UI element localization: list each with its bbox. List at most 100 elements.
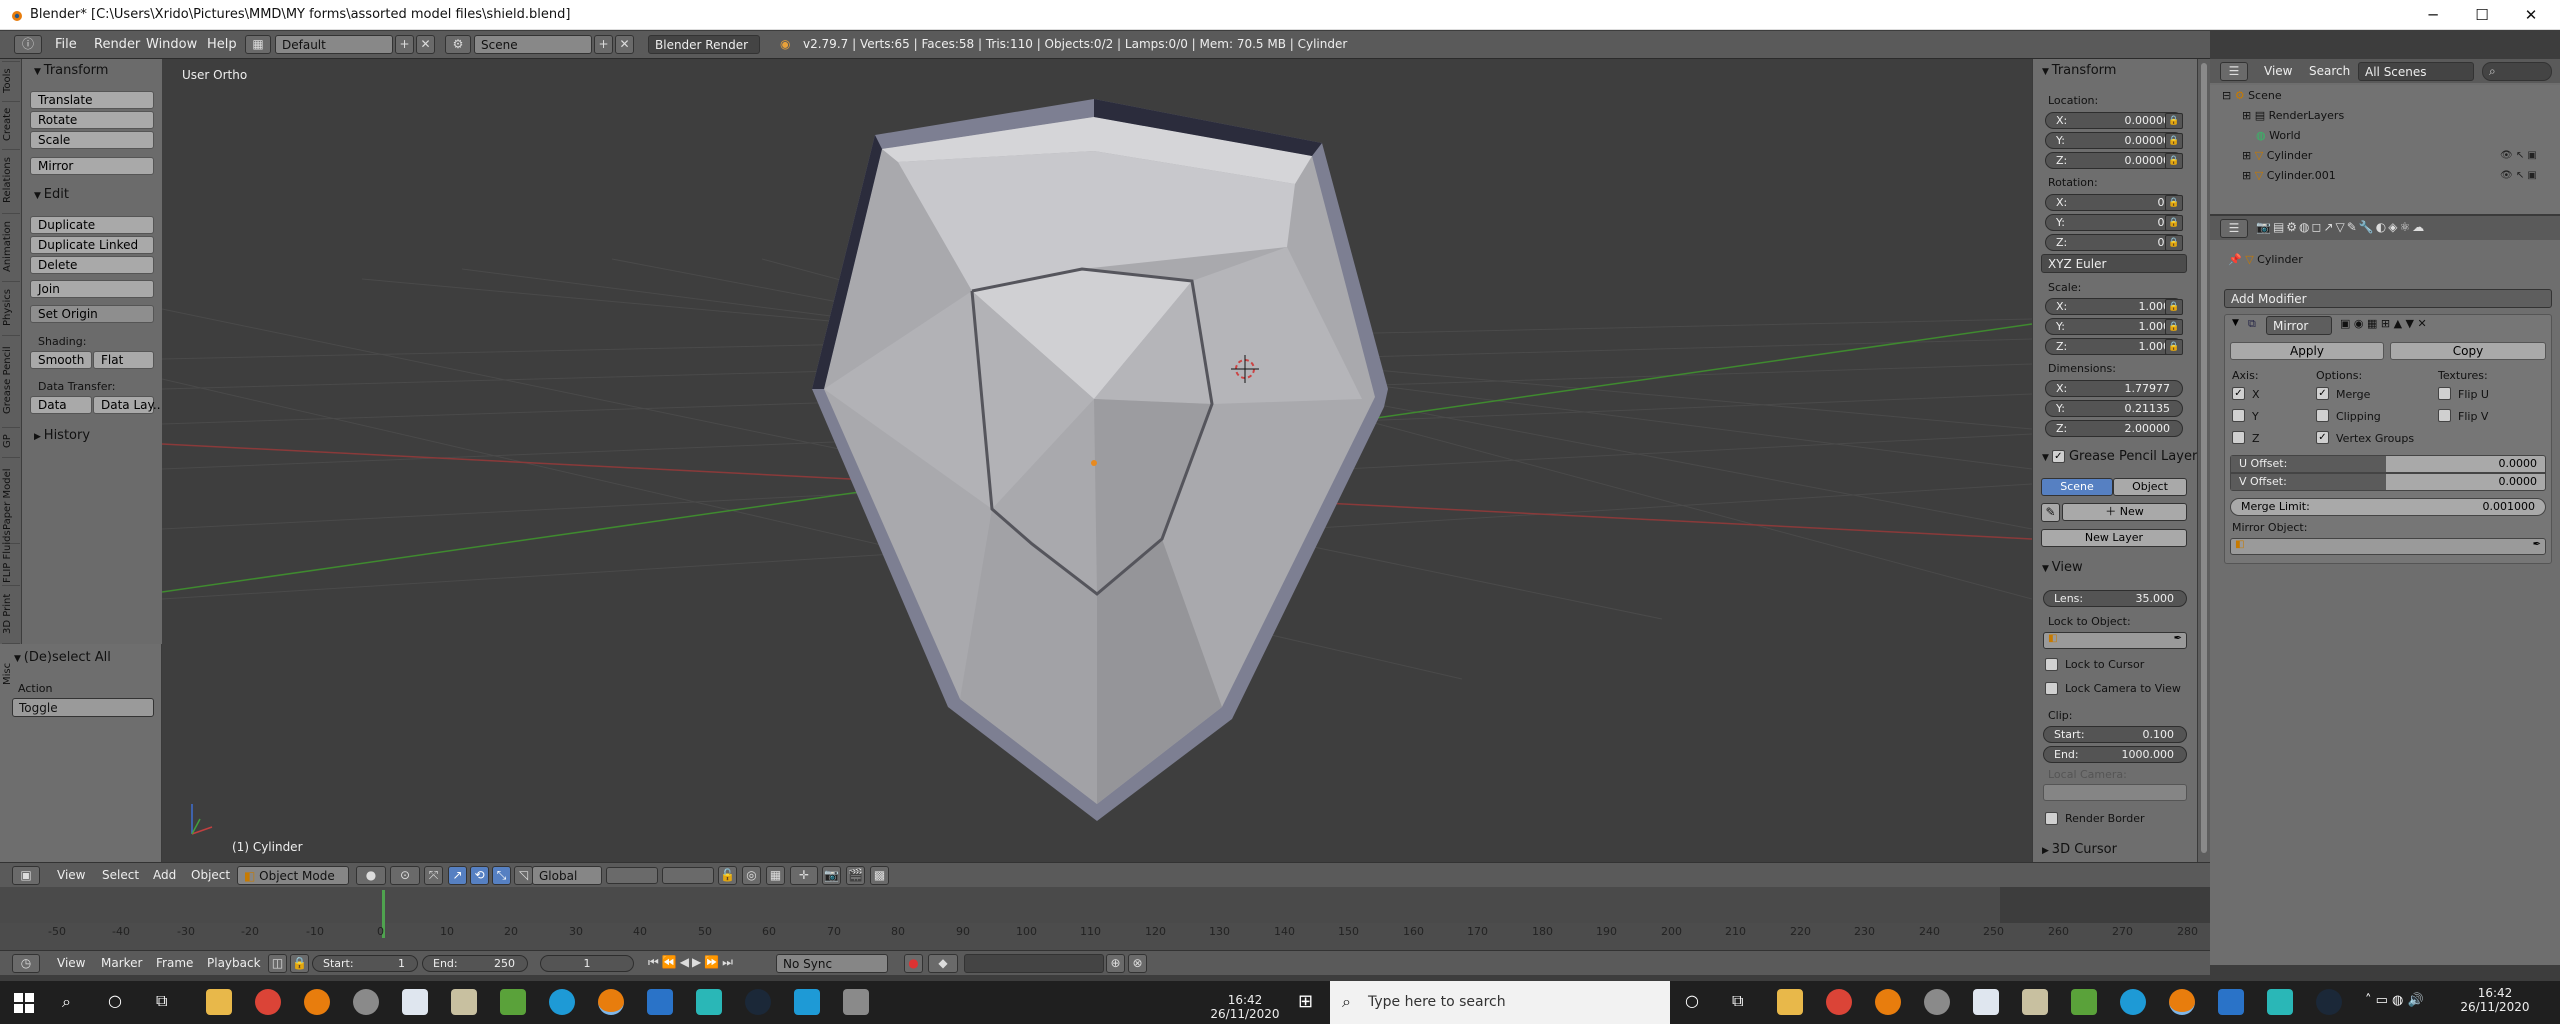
- tab-gp[interactable]: GP: [2, 427, 20, 455]
- clip-end-field[interactable]: End: 1000.000: [2043, 746, 2187, 763]
- eyedropper-icon[interactable]: ✒: [2174, 633, 2182, 644]
- translate-button[interactable]: Translate: [30, 91, 154, 109]
- scale-x-field[interactable]: X: 1.000: [2045, 298, 2183, 315]
- render-still-icon[interactable]: 📷: [822, 866, 841, 885]
- scene-dropdown[interactable]: Scene: [474, 35, 592, 54]
- steam-icon[interactable]: [745, 989, 771, 1015]
- rotation-z-field[interactable]: Z: 0°: [2045, 234, 2183, 251]
- merge-limit-field[interactable]: Merge Limit: 0.001000: [2230, 498, 2546, 516]
- duplicate-button[interactable]: Duplicate: [30, 216, 154, 234]
- app-icon[interactable]: [794, 989, 820, 1015]
- flat-button[interactable]: Flat: [93, 351, 154, 369]
- npanel-scrollbar[interactable]: [2197, 59, 2210, 862]
- clipping-checkbox[interactable]: [2316, 409, 2329, 422]
- lock-time-icon[interactable]: 🔒: [290, 954, 309, 973]
- editor-type-icon[interactable]: ⓘ: [14, 35, 42, 54]
- app-icon[interactable]: [696, 989, 722, 1015]
- data-button[interactable]: Data: [30, 396, 92, 414]
- tab-flip-fluids[interactable]: FLIP Fluids: [2, 530, 20, 583]
- menu-file[interactable]: File: [55, 37, 77, 52]
- task-view-icon[interactable]: ⧉: [156, 991, 167, 1011]
- add-layout-icon[interactable]: +: [395, 35, 414, 54]
- outliner-search-input[interactable]: ⌕: [2482, 62, 2552, 81]
- opengl-render-icon[interactable]: ▩: [870, 866, 889, 885]
- outliner-search-menu[interactable]: Search: [2309, 64, 2350, 78]
- render-border-checkbox[interactable]: [2045, 812, 2058, 825]
- viewport-view-menu[interactable]: View: [57, 868, 85, 882]
- clock-left[interactable]: 16:42 26/11/2020: [1205, 993, 1285, 1021]
- outliner-cylinder-row[interactable]: ⊞ ▽ Cylinder: [2242, 149, 2312, 162]
- edit-panel-title[interactable]: ▼ Edit: [34, 187, 69, 202]
- minimize-button[interactable]: ─: [2413, 4, 2453, 26]
- tab-physics[interactable]: Physics: [2, 281, 20, 333]
- windows-start-icon[interactable]: ⊞: [1298, 991, 1313, 1012]
- gp-scene-button[interactable]: Scene: [2041, 478, 2113, 496]
- timeline-frame-menu[interactable]: Frame: [156, 956, 193, 970]
- translate-manipulator-icon[interactable]: ↗: [448, 866, 467, 885]
- chrome-icon[interactable]: [255, 989, 281, 1015]
- 3d-viewport[interactable]: User Ortho (1) Cylinder: [162, 59, 2032, 862]
- tab-create[interactable]: Create: [2, 101, 20, 147]
- viewport-object-menu[interactable]: Object: [191, 868, 230, 882]
- vertex-groups-checkbox[interactable]: ✓: [2316, 431, 2329, 444]
- 3d-cursor-panel-title[interactable]: ▶ 3D Cursor: [2042, 842, 2117, 857]
- dimensions-y-field[interactable]: Y: 0.21135: [2045, 400, 2183, 417]
- scale-manipulator-icon[interactable]: ⤡: [492, 866, 511, 885]
- menu-render[interactable]: Render: [94, 37, 140, 52]
- start-frame-field[interactable]: Start: 1: [312, 955, 418, 972]
- scale-manipulator-icon[interactable]: ◹: [514, 866, 533, 885]
- app-icon[interactable]: [2120, 989, 2146, 1015]
- gp-new-layer-button[interactable]: New Layer: [2041, 529, 2187, 547]
- properties-editor-icon[interactable]: ☰: [2220, 219, 2248, 238]
- join-button[interactable]: Join: [30, 280, 154, 298]
- blender-icon[interactable]: [598, 989, 624, 1015]
- close-window-button[interactable]: ✕: [2511, 4, 2551, 26]
- outliner-world-row[interactable]: ◍ World: [2256, 129, 2301, 142]
- lock-icon[interactable]: 🔒: [2165, 215, 2183, 231]
- remove-scene-icon[interactable]: ✕: [615, 35, 634, 54]
- outliner-cylinder001-row[interactable]: ⊞ ▽ Cylinder.001: [2242, 169, 2336, 182]
- render-animation-icon[interactable]: 🎬: [846, 866, 865, 885]
- merge-checkbox[interactable]: ✓: [2316, 387, 2329, 400]
- snap-icon[interactable]: ▦: [766, 866, 785, 885]
- eyedropper-icon[interactable]: ✒: [2533, 539, 2541, 550]
- menu-help[interactable]: Help: [207, 37, 237, 52]
- current-frame-field[interactable]: 1: [540, 955, 634, 972]
- outliner-renderlayers-row[interactable]: ⊞ ▤ RenderLayers: [2242, 109, 2344, 122]
- blender-icon[interactable]: [2169, 989, 2195, 1015]
- transform-panel-title[interactable]: ▼ Transform: [34, 63, 108, 78]
- axis-y-checkbox[interactable]: [2232, 409, 2245, 422]
- timeline-view-menu[interactable]: View: [57, 956, 85, 970]
- flip-v-checkbox[interactable]: [2438, 409, 2451, 422]
- view-panel-title[interactable]: ▼ View: [2042, 560, 2083, 575]
- dimensions-x-field[interactable]: X: 1.77977: [2045, 380, 2183, 397]
- cortana-icon[interactable]: ○: [1685, 991, 1699, 1010]
- file-explorer-icon[interactable]: [1777, 989, 1803, 1015]
- lock-layers-icon[interactable]: 🔓: [718, 866, 737, 885]
- visibility-eye-icon[interactable]: 👁 ↖ ▣: [2500, 150, 2537, 161]
- lock-icon[interactable]: 🔒: [2165, 153, 2183, 169]
- timeline-editor-icon[interactable]: ◷: [12, 954, 40, 973]
- timeline-marker-menu[interactable]: Marker: [101, 956, 142, 970]
- remove-layout-icon[interactable]: ✕: [416, 35, 435, 54]
- expand-icon[interactable]: ⊞: [2242, 149, 2255, 162]
- file-explorer-icon[interactable]: [206, 989, 232, 1015]
- tab-relations[interactable]: Relations: [2, 149, 20, 211]
- modifier-name-field[interactable]: Mirror: [2266, 316, 2332, 335]
- app-icon[interactable]: [549, 989, 575, 1015]
- pivot-point-icon[interactable]: ⊙: [390, 866, 420, 885]
- expand-icon[interactable]: ⊞: [2242, 109, 2255, 122]
- dimensions-z-field[interactable]: Z: 2.00000: [2045, 420, 2183, 437]
- scale-y-field[interactable]: Y: 1.000: [2045, 318, 2183, 335]
- steam-icon[interactable]: [2316, 989, 2342, 1015]
- context-tabs[interactable]: 📷▤⚙◍◻↗▽✎🔧◐◈⚛☁: [2256, 220, 2426, 238]
- collapse-icon[interactable]: ▼: [2232, 318, 2239, 328]
- duplicate-linked-button[interactable]: Duplicate Linked: [30, 236, 154, 254]
- layout-grid-icon[interactable]: ▦: [245, 35, 271, 54]
- clip-start-field[interactable]: Start: 0.100: [2043, 726, 2187, 743]
- location-y-field[interactable]: Y: 0.00000: [2045, 132, 2183, 149]
- search-icon[interactable]: ⌕: [62, 992, 71, 1012]
- app-icon[interactable]: [2218, 989, 2244, 1015]
- v-offset-field[interactable]: V Offset: 0.0000: [2230, 473, 2546, 491]
- mode-dropdown[interactable]: ◧ Object Mode: [237, 866, 349, 885]
